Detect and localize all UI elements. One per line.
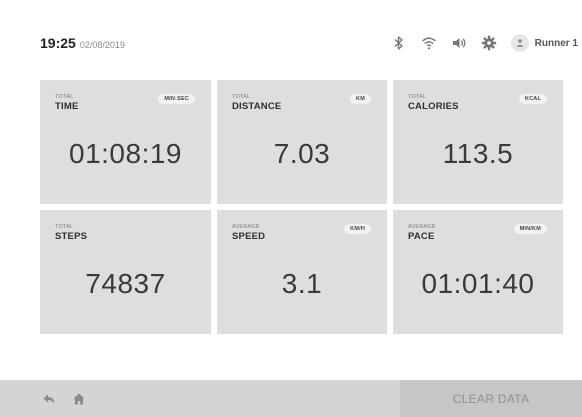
user-profile-button[interactable]: Runner 1 (510, 34, 582, 52)
stat-value: 01:01:40 (421, 268, 535, 299)
stat-label: Time (55, 101, 79, 112)
clock-date: 02/08/2019 (79, 40, 125, 50)
home-icon (73, 393, 85, 404)
stat-label: Calories (408, 101, 459, 112)
stat-label: Speed (232, 231, 266, 242)
gear-icon[interactable] (481, 35, 497, 51)
stat-qualifier: Average (232, 224, 260, 230)
unit-badge: KCAL (518, 94, 547, 104)
stat-label: Pace (408, 231, 435, 242)
stat-qualifier: Total (232, 94, 251, 100)
stat-card-total-calories: Total Calories KCAL 113.5 (393, 80, 563, 204)
stat-caption: Average Pace (408, 224, 436, 242)
stat-value: 113.5 (442, 138, 514, 169)
user-name: Runner 1 (534, 37, 578, 49)
clear-data-button[interactable]: CLEAR DATA (400, 380, 582, 417)
stat-caption: Total Steps (55, 224, 87, 242)
workout-summary-screen: 19:25 02/08/2019 Runner 1 TOTAL TIME MIN… (0, 0, 582, 417)
stat-caption: Average Speed (232, 224, 265, 242)
user-avatar-icon (510, 34, 529, 52)
clock: 19:25 02/08/2019 (40, 35, 125, 51)
stat-caption: Total Time (55, 94, 79, 112)
stat-card-total-steps: Total Steps 74837 (40, 210, 211, 334)
stat-caption: Total Calories (408, 94, 459, 112)
stat-card-total-distance: Total Distance KM 7.03 (217, 80, 387, 204)
bluetooth-icon[interactable] (391, 35, 407, 51)
stat-qualifier: Total (55, 94, 74, 100)
stat-value: 74837 (85, 268, 166, 299)
stat-card-average-pace: Average Pace MIN/KM 01:01:40 (393, 210, 563, 334)
stat-label: Distance (232, 101, 282, 112)
bottom-bar: CLEAR DATA (0, 380, 582, 417)
volume-icon[interactable] (451, 35, 467, 51)
system-icons: Runner 1 (391, 30, 582, 56)
stat-value: 3.1 (281, 268, 323, 299)
stat-card-total-time: Total Time MIN:SEC 01:08:19 (40, 80, 211, 204)
stat-value: 01:08:19 (69, 138, 182, 169)
unit-badge: MIN/KM (513, 224, 547, 234)
unit-badge: KM/H (344, 224, 371, 234)
home-button[interactable] (68, 388, 90, 410)
unit-badge: MIN:SEC (158, 94, 195, 104)
stat-qualifier: Average (408, 224, 436, 230)
stat-qualifier: Total (55, 224, 74, 230)
stat-value: 7.03 (273, 138, 331, 169)
stat-caption: Total Distance (232, 94, 281, 112)
status-bar: 19:25 02/08/2019 Runner 1 (0, 0, 582, 72)
unit-badge: KM (350, 94, 371, 104)
stat-card-average-speed: Average Speed KM/H 3.1 (217, 210, 387, 334)
stat-qualifier: Total (408, 94, 427, 100)
stat-label: Steps (55, 231, 88, 242)
back-icon (43, 394, 55, 403)
clock-time: 19:25 (40, 35, 76, 51)
wifi-icon[interactable] (421, 35, 437, 51)
stats-grid: Total Time MIN:SEC 01:08:19 Total Distan… (40, 80, 563, 334)
back-button[interactable] (38, 388, 60, 410)
